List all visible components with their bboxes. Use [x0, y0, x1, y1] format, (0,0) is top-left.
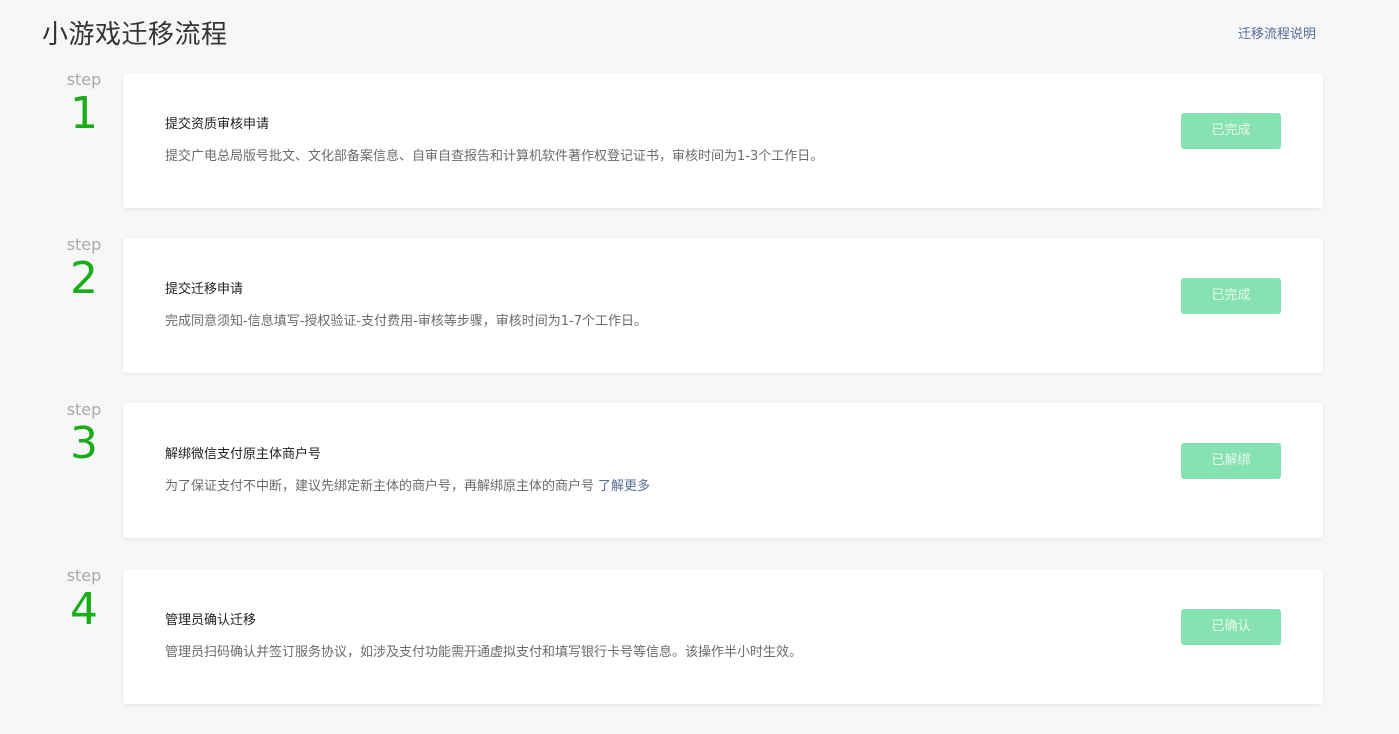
step-number: 3	[70, 418, 98, 469]
step-item: step 1 提交资质审核申请 提交广电总局版号批文、文化部备案信息、自审自查报…	[0, 70, 1399, 209]
step-number: 1	[70, 88, 98, 139]
step-description: 完成同意须知-信息填写-授权验证-支付费用-审核等步骤，审核时间为1-7个工作日…	[165, 313, 647, 331]
step-title: 解绑微信支付原主体商户号	[165, 447, 322, 462]
migration-guide-link[interactable]: 迁移流程说明	[1238, 26, 1316, 44]
step-description-text: 为了保证支付不中断，建议先绑定新主体的商户号，再解绑原主体的商户号	[165, 479, 595, 494]
step-description-text: 完成同意须知-信息填写-授权验证-支付费用-审核等步骤，审核时间为1-7个工作日…	[165, 314, 647, 329]
step-item: step 4 管理员确认迁移 管理员扫码确认并签订服务协议，如涉及支付功能需开通…	[0, 566, 1399, 705]
status-button-completed[interactable]: 已完成	[1181, 113, 1281, 149]
step-number: 2	[70, 253, 98, 304]
step-number: 4	[70, 584, 98, 635]
page-title: 小游戏迁移流程	[42, 20, 228, 50]
step-description: 提交广电总局版号批文、文化部备案信息、自审自查报告和计算机软件著作权登记证书，审…	[165, 148, 823, 166]
step-item: step 3 解绑微信支付原主体商户号 为了保证支付不中断，建议先绑定新主体的商…	[0, 400, 1399, 539]
status-button-completed[interactable]: 已完成	[1181, 278, 1281, 314]
step-description: 管理员扫码确认并签订服务协议，如涉及支付功能需开通虚拟支付和填写银行卡号等信息。…	[165, 644, 802, 662]
step-card: 管理员确认迁移 管理员扫码确认并签订服务协议，如涉及支付功能需开通虚拟支付和填写…	[123, 569, 1323, 704]
step-title: 提交资质审核申请	[165, 117, 270, 132]
step-title: 提交迁移申请	[165, 282, 244, 297]
step-card: 提交迁移申请 完成同意须知-信息填写-授权验证-支付费用-审核等步骤，审核时间为…	[123, 238, 1323, 373]
status-button-unbound[interactable]: 已解绑	[1181, 443, 1281, 479]
step-item: step 2 提交迁移申请 完成同意须知-信息填写-授权验证-支付费用-审核等步…	[0, 235, 1399, 374]
status-button-confirmed[interactable]: 已确认	[1181, 609, 1281, 645]
step-label: step	[66, 235, 102, 254]
step-label: step	[66, 566, 102, 585]
step-description: 为了保证支付不中断，建议先绑定新主体的商户号，再解绑原主体的商户号 了解更多	[165, 478, 650, 496]
step-description-text: 管理员扫码确认并签订服务协议，如涉及支付功能需开通虚拟支付和填写银行卡号等信息。…	[165, 645, 803, 660]
learn-more-link[interactable]: 了解更多	[598, 479, 650, 494]
step-title: 管理员确认迁移	[165, 613, 257, 628]
step-description-text: 提交广电总局版号批文、文化部备案信息、自审自查报告和计算机软件著作权登记证书，审…	[165, 149, 824, 164]
step-label: step	[66, 400, 102, 419]
step-label: step	[66, 70, 102, 89]
step-card: 解绑微信支付原主体商户号 为了保证支付不中断，建议先绑定新主体的商户号，再解绑原…	[123, 403, 1323, 538]
step-card: 提交资质审核申请 提交广电总局版号批文、文化部备案信息、自审自查报告和计算机软件…	[123, 73, 1323, 208]
